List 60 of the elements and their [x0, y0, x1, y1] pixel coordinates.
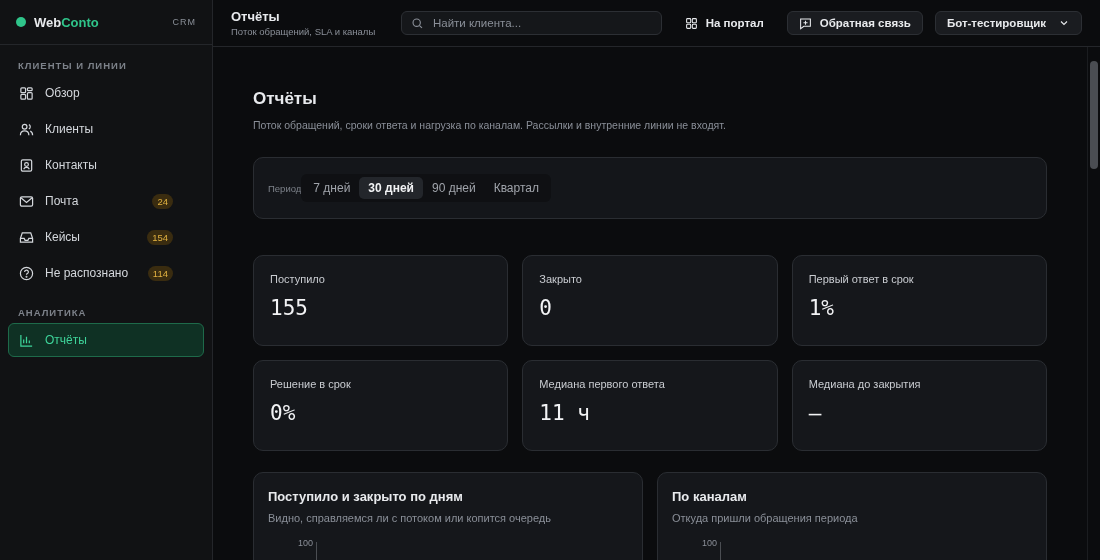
sidebar-item[interactable]: Кейсы 154 — [8, 220, 204, 254]
users-icon — [19, 121, 34, 137]
search-icon — [410, 17, 424, 30]
metric-value: 11 ч — [539, 401, 591, 425]
page-subtitle: Поток обращений, SLA и каналы — [231, 26, 377, 37]
sidebar-item[interactable]: Не распознано 114 — [8, 256, 204, 290]
y-axis — [316, 542, 318, 560]
axis-label: 100 — [702, 538, 718, 548]
period-tab[interactable]: Квартал — [484, 177, 548, 199]
period-tab[interactable]: 30 дней — [359, 177, 423, 199]
search-field[interactable]: Найти клиента... — [400, 11, 662, 35]
mail-icon — [19, 193, 34, 209]
count-badge: 24 — [152, 193, 173, 209]
metric-label: Закрыто — [539, 273, 583, 285]
logo-icon — [16, 17, 26, 27]
scroll-thumb[interactable] — [1090, 61, 1098, 169]
metric-value: 0% — [270, 401, 297, 425]
section-title: АНАЛИТИКА — [17, 306, 88, 320]
sidebar-item[interactable]: Отчёты — [8, 323, 204, 357]
content-subtitle: Поток обращений, сроки ответа и нагрузка по каналам. Рассылки и внутренние линии не входят. — [253, 119, 727, 131]
metric-label: Первый ответ в срок — [808, 273, 915, 285]
axis-label: 100 — [298, 538, 314, 548]
metric-value: 0 — [539, 296, 553, 320]
chart-subtitle: Откуда пришли обращения периода — [672, 512, 859, 524]
dashboard-icon — [19, 85, 34, 101]
section-title: КЛИЕНТЫ И ЛИНИИ — [17, 59, 128, 73]
period-tab[interactable]: 90 дней — [422, 177, 485, 199]
help-icon — [19, 265, 34, 281]
scrollbar[interactable] — [1087, 47, 1100, 560]
metric-label: Медиана до закрытия — [808, 378, 922, 390]
portal-button[interactable]: На портал — [673, 11, 775, 35]
chart-title: Поступило и закрыто по дням — [268, 489, 464, 504]
sidebar-item[interactable]: Клиенты — [8, 112, 204, 146]
chart-subtitle: Видно, справляемся ли с потоком или копится очередь — [268, 512, 552, 524]
message-icon — [798, 16, 812, 30]
count-badge: 114 — [147, 265, 173, 281]
period-tab[interactable]: 7 дней — [304, 177, 360, 199]
metric-label: Поступило — [270, 273, 326, 285]
user-menu-button[interactable]: Бот-тестировщик — [934, 11, 1082, 35]
sidebar-item[interactable]: Почта 24 — [8, 184, 204, 218]
metric-value: — — [808, 401, 823, 425]
sidebar-item[interactable]: Контакты — [8, 148, 204, 182]
metric-value: 155 — [270, 296, 309, 320]
bar-chart-icon — [19, 332, 34, 348]
chart-title: По каналам — [672, 489, 748, 504]
contact-card-icon — [19, 157, 34, 173]
count-badge: 154 — [147, 229, 173, 245]
y-axis — [720, 542, 722, 560]
page-title: Отчёты — [231, 9, 281, 24]
metric-label: Решение в срок — [270, 378, 352, 390]
brand-name: WebConto — [34, 14, 100, 30]
sidebar-item[interactable]: Обзор — [8, 76, 204, 110]
period-label: Период — [268, 182, 302, 194]
grid-icon — [684, 16, 698, 30]
metric-value: 1% — [808, 296, 835, 320]
brand-tag: CRM — [172, 17, 196, 27]
metric-label: Медиана первого ответа — [539, 378, 666, 390]
feedback-button[interactable]: Обратная связь — [786, 11, 923, 35]
inbox-icon — [19, 229, 34, 245]
content-title: Отчёты — [253, 89, 318, 109]
